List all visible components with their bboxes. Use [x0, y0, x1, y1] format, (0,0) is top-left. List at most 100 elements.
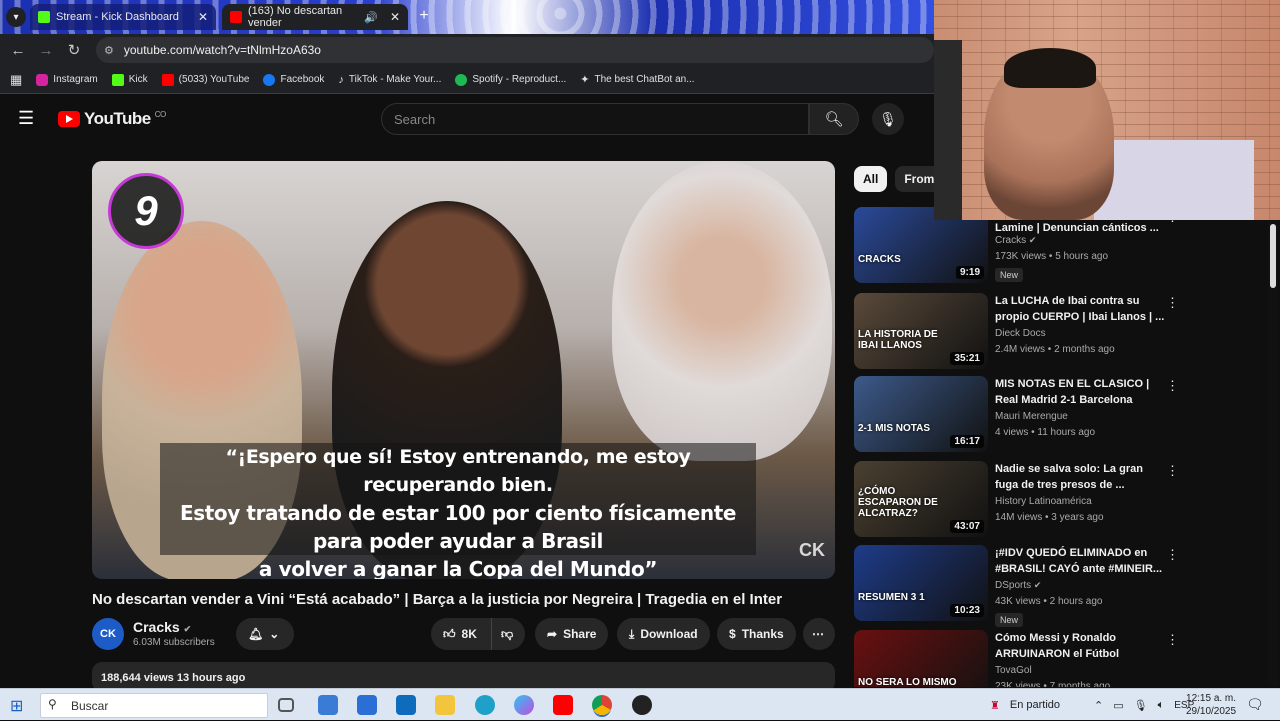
recommendation-channel[interactable]: Cracks ✔ — [995, 235, 1036, 246]
windows-start-icon[interactable]: ⊞ — [10, 696, 23, 716]
hamburger-menu-icon[interactable]: ☰ — [18, 108, 34, 129]
microphone-icon[interactable]: 🎙︎ — [1134, 699, 1148, 712]
youtube-app-icon[interactable] — [553, 695, 573, 715]
kick-icon — [111, 73, 124, 86]
video-thumbnail[interactable]: ¿CÓMO ESCAPARON DE ALCATRAZ? 43:07 — [854, 461, 988, 537]
recommendation-title[interactable]: ¡#IDV QUEDÓ ELIMINADO en #BRASIL! CAYÓ a… — [995, 545, 1165, 577]
recommendation-meta: 43K views • 2 hours ago — [995, 596, 1103, 607]
new-tab-button[interactable]: + — [414, 6, 434, 26]
thanks-button[interactable]: $ Thanks — [717, 618, 796, 650]
video-thumbnail[interactable]: LA HISTORIA DE IBAI LLANOS 35:21 — [854, 293, 988, 369]
clock[interactable]: 12:15 a. m. 29/10/2025 — [1186, 692, 1236, 718]
tab-kick-dashboard[interactable]: Stream - Kick Dashboard ✕ — [30, 4, 216, 30]
edge-browser-icon[interactable] — [475, 695, 495, 715]
subscriber-count: 6.03M subscribers — [133, 637, 215, 648]
dislike-button[interactable]: 👎︎ — [491, 618, 525, 650]
more-options-icon[interactable]: ⋮ — [1166, 295, 1179, 311]
search-icon: ⚲ — [48, 697, 57, 711]
notifications-icon[interactable]: 🗨︎ — [1246, 696, 1264, 713]
tab-strip: ▾ Stream - Kick Dashboard ✕ (163) No des… — [0, 0, 934, 34]
audio-playing-icon[interactable]: 🔊 — [364, 11, 378, 24]
voice-search-button[interactable]: 🎙︎ — [872, 103, 904, 135]
news-app-icon[interactable] — [318, 695, 338, 715]
notification-bell-button[interactable]: 🔔︎ ⌄ — [236, 618, 294, 650]
video-player[interactable]: 9 “¡Espero que sí! Estoy entrenando, me … — [92, 161, 835, 579]
reload-button[interactable]: ↻ — [60, 36, 88, 64]
close-tab-icon[interactable]: ✕ — [198, 10, 208, 24]
battery-icon[interactable]: ▭ — [1113, 699, 1123, 712]
channel-avatar[interactable]: CK — [92, 618, 124, 650]
recommendation-title[interactable]: Cómo Messi y Ronaldo ARRUINARON el Fútbo… — [995, 630, 1165, 662]
recommendation-title[interactable]: Nadie se salva solo: La gran fuga de tre… — [995, 461, 1165, 493]
chrome-browser-icon[interactable] — [592, 695, 612, 715]
recommendation-channel[interactable]: Dieck Docs — [995, 328, 1046, 339]
recommendation-item[interactable]: ¿CÓMO ESCAPARON DE ALCATRAZ? 43:07 Nadie s… — [854, 461, 1180, 539]
volume-icon[interactable]: 🔈︎ — [1158, 699, 1165, 712]
thumbnail-text: LA HISTORIA DE IBAI LLANOS — [858, 329, 938, 351]
recommendation-item[interactable]: LA HISTORIA DE IBAI LLANOS 35:21 La LUCHA … — [854, 293, 1180, 371]
channel-name[interactable]: Cracks ✔ — [133, 619, 191, 635]
more-options-icon[interactable]: ⋮ — [1166, 547, 1179, 563]
share-button[interactable]: ➦ Share — [535, 618, 609, 650]
search-icon: 🔍︎ — [824, 111, 844, 128]
site-info-icon[interactable]: ⚙ — [104, 44, 114, 57]
page-scrollbar[interactable] — [1268, 220, 1278, 686]
bookmark-spotify[interactable]: Spotify - Reproduct... — [455, 73, 566, 86]
more-options-icon[interactable]: ⋮ — [1166, 378, 1179, 394]
apps-grid-icon[interactable]: ▦ — [10, 72, 22, 88]
recommendation-meta: 173K views • 5 hours ago — [995, 251, 1109, 262]
more-options-icon[interactable]: ⋮ — [1166, 463, 1179, 479]
bookmark-instagram[interactable]: Instagram — [36, 73, 98, 86]
file-explorer-icon[interactable] — [435, 695, 455, 715]
tiktok-icon: ♪ — [338, 73, 344, 86]
outlook-app-icon[interactable] — [396, 695, 416, 715]
video-thumbnail[interactable]: RESUMEN 3 1 10:23 — [854, 545, 988, 621]
tab-search-button[interactable]: ▾ — [6, 7, 26, 27]
copilot-icon[interactable] — [514, 695, 534, 715]
bookmark-facebook[interactable]: Facebook — [263, 73, 324, 86]
search-input[interactable]: Search — [381, 103, 809, 135]
chevron-up-icon[interactable]: ⌃ — [1094, 699, 1103, 712]
recommendation-channel[interactable]: TovaGol — [995, 665, 1032, 676]
bookmark-tiktok[interactable]: ♪ TikTok - Make Your... — [338, 74, 441, 86]
recommendation-title[interactable]: La LUCHA de Ibai contra su propio CUERPO… — [995, 293, 1165, 325]
back-button[interactable]: ← — [4, 36, 32, 64]
status-text[interactable]: En partido — [1010, 699, 1060, 711]
more-options-icon[interactable]: ⋮ — [1166, 632, 1179, 648]
youtube-header: ☰ YouTube CO Search 🔍︎ 🎙︎ — [0, 96, 934, 142]
recommendation-title[interactable]: Lamine | Denuncian cánticos ... — [995, 220, 1165, 236]
recommendation-channel[interactable]: DSports ✔ — [995, 580, 1041, 591]
bookmark-kick[interactable]: Kick — [111, 73, 148, 86]
tab-youtube-video[interactable]: (163) No descartan vender 🔊 ✕ — [222, 4, 408, 30]
forward-button[interactable]: → — [32, 36, 60, 64]
store-app-icon[interactable] — [357, 695, 377, 715]
more-actions-button[interactable]: ⋯ — [803, 618, 835, 650]
recommendation-item[interactable]: NO SERA LO MISMO Cómo Messi y Ronaldo ARR… — [854, 630, 1180, 687]
recommendation-item[interactable]: 2-1 MIS NOTAS 16:17 MIS NOTAS EN EL CLASIC… — [854, 376, 1180, 454]
chip-from-channel[interactable]: From C — [895, 166, 934, 192]
system-tray: ♜ En partido ⌃ ▭ 🎙︎ 🔈︎ ESP — [990, 689, 1194, 721]
thumbnail-text: 2-1 MIS NOTAS — [858, 423, 931, 434]
address-bar[interactable]: ⚙ youtube.com/watch?v=tNlmHzoA63o — [96, 37, 934, 63]
bookmark-chatbot[interactable]: ✦ The best ChatBot an... — [580, 73, 694, 86]
chip-all[interactable]: All — [854, 166, 888, 192]
youtube-logo[interactable]: YouTube CO — [58, 109, 166, 129]
instagram-icon — [36, 73, 49, 86]
recommendation-channel[interactable]: Mauri Merengue — [995, 411, 1068, 422]
scrollbar-thumb[interactable] — [1270, 224, 1276, 288]
video-thumbnail[interactable]: NO SERA LO MISMO — [854, 630, 988, 687]
recommendation-title[interactable]: MIS NOTAS EN EL CLASICO | Real Madrid 2-… — [995, 376, 1165, 408]
close-tab-icon[interactable]: ✕ — [390, 10, 400, 24]
obs-app-icon[interactable] — [632, 695, 652, 715]
taskbar-search-input[interactable]: Buscar — [40, 693, 268, 718]
like-button[interactable]: 👍︎ 8K — [431, 618, 491, 650]
download-button[interactable]: ⤓ Download — [617, 618, 710, 650]
bookmark-youtube[interactable]: (5033) YouTube — [161, 73, 249, 86]
video-thumbnail[interactable]: 2-1 MIS NOTAS 16:17 — [854, 376, 988, 452]
recommendation-channel[interactable]: History Latinoamérica — [995, 496, 1092, 507]
recommendation-item[interactable]: RESUMEN 3 1 10:23 ¡#IDV QUEDÓ ELIMINADO en… — [854, 545, 1180, 627]
channel-text: History Latinoamérica — [995, 496, 1092, 507]
search-button[interactable]: 🔍︎ — [809, 103, 859, 135]
views-and-date: 188,644 views 13 hours ago — [101, 672, 246, 684]
task-view-icon[interactable] — [278, 698, 294, 712]
